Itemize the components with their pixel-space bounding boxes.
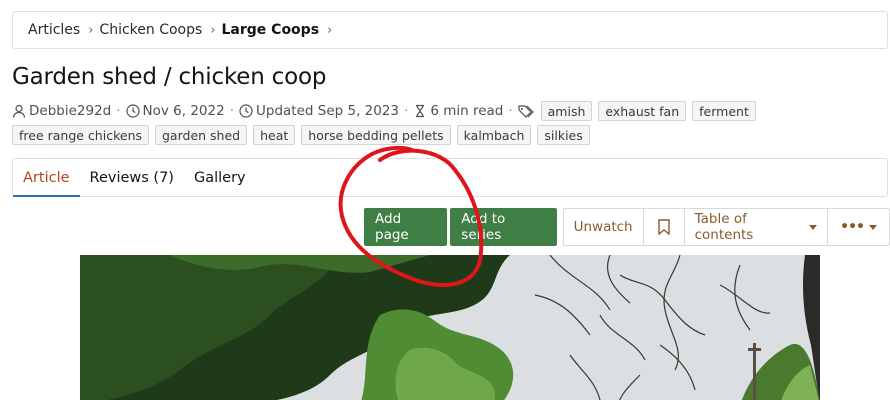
clock-icon <box>239 104 253 118</box>
tab-reviews[interactable]: Reviews (7) <box>80 159 184 196</box>
tags-icon <box>518 104 534 118</box>
read-time: 6 min read <box>413 101 503 121</box>
publish-date-link[interactable]: Nov 6, 2022 <box>143 103 225 119</box>
meta-separator: · <box>508 103 513 119</box>
tag-heat[interactable]: heat <box>253 125 296 145</box>
tag-amish[interactable]: amish <box>540 101 593 121</box>
bookmark-button[interactable] <box>642 208 685 246</box>
chevron-right-icon: › <box>88 22 94 38</box>
publish-date: Nov 6, 2022 <box>125 101 225 121</box>
author: Debbie292d <box>12 101 111 121</box>
tag-horse-bedding-pellets[interactable]: horse bedding pellets <box>301 125 451 145</box>
chevron-right-icon: › <box>210 22 216 38</box>
user-icon <box>12 104 26 118</box>
author-link[interactable]: Debbie292d <box>29 103 111 119</box>
tag-kalmbach[interactable]: kalmbach <box>456 125 532 145</box>
clock-icon <box>125 104 140 118</box>
breadcrumb-label[interactable]: Articles <box>28 22 80 38</box>
article-actions: Add page Add to series Unwatch Table of … <box>364 208 890 246</box>
hourglass-icon <box>416 104 425 118</box>
breadcrumb-label[interactable]: Large Coops <box>222 22 320 38</box>
meta-separator: · <box>404 103 409 119</box>
tag-free-range-chickens[interactable]: free range chickens <box>12 125 149 145</box>
updated-date: Updated Sep 5, 2023 <box>239 101 399 121</box>
breadcrumb: Articles › Chicken Coops › Large Coops › <box>12 11 888 49</box>
tag-exhaust-fan[interactable]: exhaust fan <box>598 101 687 121</box>
caret-down-icon <box>809 224 818 230</box>
tab-gallery[interactable]: Gallery <box>184 159 256 196</box>
add-to-series-button[interactable]: Add to series <box>450 208 557 246</box>
more-icon: ••• <box>840 219 865 235</box>
unwatch-button[interactable]: Unwatch <box>562 208 644 246</box>
breadcrumb-label[interactable]: Chicken Coops <box>99 22 202 38</box>
breadcrumb-large-coops[interactable]: Large Coops <box>222 22 320 38</box>
article-tabs: Article Reviews (7) Gallery <box>12 158 888 197</box>
caret-down-icon <box>868 224 877 230</box>
table-of-contents-label: Table of contents <box>694 211 754 243</box>
tree-photo <box>80 255 820 400</box>
tag-silkies[interactable]: silkies <box>537 125 590 145</box>
article-cover-image <box>80 255 820 400</box>
tab-article[interactable]: Article <box>13 159 80 197</box>
read-time-text: 6 min read <box>430 103 504 119</box>
bookmark-icon <box>657 219 670 235</box>
meta-separator: · <box>116 103 121 119</box>
article-meta: Debbie292d · Nov 6, 2022 · Updated Sep 5… <box>12 101 882 145</box>
tag-garden-shed[interactable]: garden shed <box>155 125 248 145</box>
add-page-button[interactable]: Add page <box>364 208 448 246</box>
tag-ferment[interactable]: ferment <box>692 101 756 121</box>
meta-separator: · <box>229 103 234 119</box>
more-options-button[interactable]: ••• <box>827 208 890 246</box>
breadcrumb-articles[interactable]: Articles <box>28 22 80 38</box>
table-of-contents-button[interactable]: Table of contents <box>683 208 829 246</box>
chevron-right-icon: › <box>327 22 333 38</box>
breadcrumb-chicken-coops[interactable]: Chicken Coops <box>99 22 202 38</box>
updated-date-text: Updated Sep 5, 2023 <box>256 103 400 119</box>
page-title: Garden shed / chicken coop <box>12 64 327 90</box>
